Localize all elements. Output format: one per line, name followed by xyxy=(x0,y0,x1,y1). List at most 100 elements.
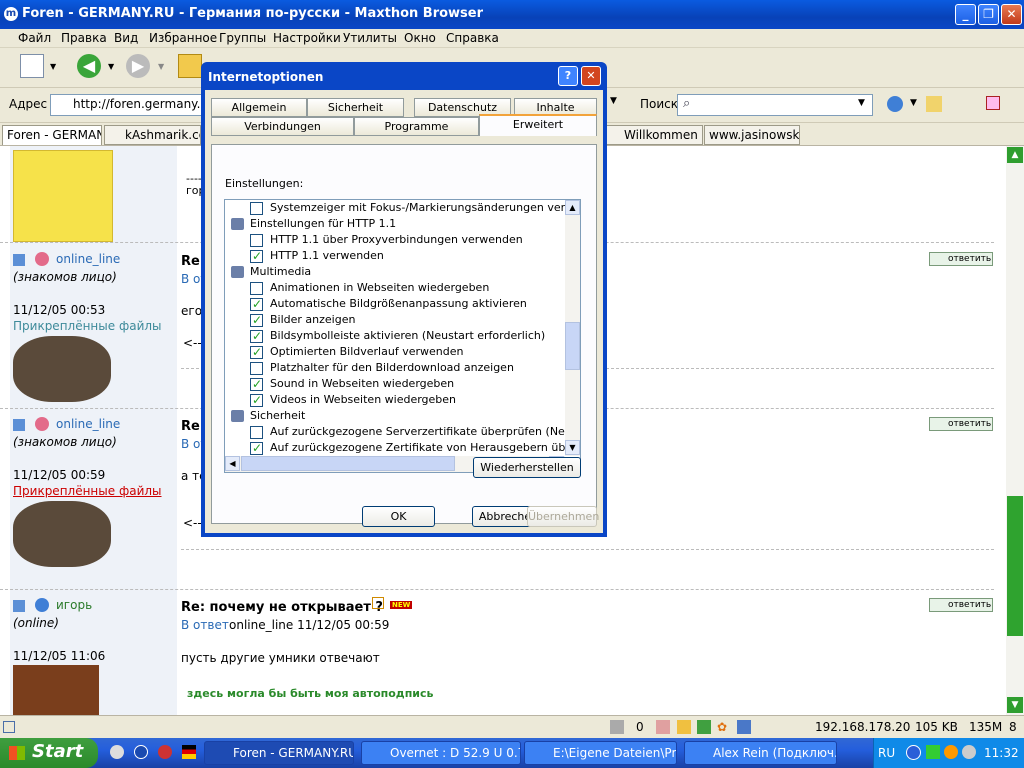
tab-willkommen[interactable]: Willkommen b... xyxy=(605,125,703,145)
reply-button[interactable]: ответить xyxy=(929,417,993,431)
system-tray: RU 11:32 xyxy=(873,738,1024,768)
maxthon-app-icon[interactable]: m xyxy=(4,7,18,21)
reply-to-link[interactable]: В ответ xyxy=(181,618,229,632)
menu-help[interactable]: Справка xyxy=(446,31,499,45)
checkbox[interactable] xyxy=(250,248,263,264)
tray-app-icon[interactable] xyxy=(944,745,958,759)
search-dropdown-icon[interactable]: ▼ xyxy=(858,98,865,108)
trash-icon[interactable] xyxy=(610,720,624,734)
address-dropdown-icon[interactable]: ▼ xyxy=(610,96,617,106)
profile-arrow-icon[interactable] xyxy=(13,419,25,431)
apply-button[interactable]: Übernehmen xyxy=(527,506,599,527)
task-explorer[interactable]: E:\Eigene Dateien\Pri... xyxy=(524,741,677,765)
quicklaunch-browser-icon[interactable] xyxy=(158,745,172,759)
address-input[interactable]: http://foren.germany.ru/c xyxy=(50,94,210,116)
refresh-icon[interactable] xyxy=(697,720,711,734)
task-chat[interactable]: Alex Rein (Подключ... xyxy=(684,741,837,765)
checkbox[interactable] xyxy=(250,202,263,215)
tray-arrow-icon[interactable] xyxy=(906,745,921,760)
quicklaunch-flag-icon[interactable] xyxy=(182,745,196,759)
dialog-close-button[interactable]: ✕ xyxy=(581,66,601,86)
flower-icon[interactable]: ✿ xyxy=(717,720,731,734)
attached-files-link[interactable]: Прикреплённые файлы xyxy=(13,484,162,498)
globe-dropdown-icon[interactable]: ▼ xyxy=(910,98,917,108)
checkbox[interactable] xyxy=(250,234,263,247)
lock-icon[interactable] xyxy=(677,720,691,734)
menu-groups[interactable]: Группы xyxy=(219,31,266,45)
tab-sicherheit[interactable]: Sicherheit xyxy=(307,98,404,117)
settings-item-label: Auf zurückgezogene Zertifikate von Herau… xyxy=(270,441,581,454)
post-author[interactable]: online_line xyxy=(56,252,120,266)
restore-button[interactable]: ❐ xyxy=(978,4,999,25)
scroll-down-icon[interactable]: ▼ xyxy=(1007,697,1023,713)
checkbox[interactable] xyxy=(250,440,263,456)
tab-kashmarik[interactable]: kAshmarik.co... xyxy=(104,125,201,145)
language-indicator[interactable]: RU xyxy=(878,746,895,760)
list-scroll-thumb[interactable] xyxy=(565,322,580,370)
tab-verbindungen[interactable]: Verbindungen xyxy=(211,117,354,136)
quicklaunch-maxthon-icon[interactable] xyxy=(134,745,148,759)
checkbox[interactable] xyxy=(250,312,263,328)
forward-dropdown-icon[interactable]: ▼ xyxy=(158,62,164,71)
tab-programme[interactable]: Programme xyxy=(354,117,479,136)
tray-volume-icon[interactable] xyxy=(962,745,976,759)
profile-arrow-icon[interactable] xyxy=(13,254,25,266)
tab-foren[interactable]: Foren - GERMAN... xyxy=(2,125,102,145)
help-button[interactable]: ? xyxy=(558,66,578,86)
highlighter-icon[interactable] xyxy=(926,96,942,112)
reply-button[interactable]: ответить xyxy=(929,598,993,612)
checkbox[interactable] xyxy=(250,282,263,295)
post-author[interactable]: игорь xyxy=(56,598,92,612)
post-date: 11/12/05 00:59 xyxy=(13,468,106,482)
post-author[interactable]: online_line xyxy=(56,417,120,431)
menu-settings[interactable]: Настройки xyxy=(273,31,341,45)
scroll-thumb[interactable] xyxy=(1007,496,1023,636)
new-page-icon[interactable] xyxy=(20,54,44,78)
folder-up-icon[interactable] xyxy=(178,54,202,78)
checkbox[interactable] xyxy=(250,296,263,312)
menu-tools[interactable]: Утилиты xyxy=(343,31,397,45)
list-hscroll-thumb[interactable] xyxy=(241,456,455,471)
settings-vscrollbar[interactable]: ▲ ▼ xyxy=(565,200,580,456)
screenshot-icon[interactable] xyxy=(737,720,751,734)
forward-icon[interactable]: ▶ xyxy=(126,54,150,78)
menu-view[interactable]: Вид xyxy=(114,31,138,45)
checkbox[interactable] xyxy=(250,328,263,344)
profile-arrow-icon[interactable] xyxy=(13,600,25,612)
list-scroll-left-icon[interactable]: ◀ xyxy=(225,456,240,471)
checkbox[interactable] xyxy=(250,362,263,375)
checkbox[interactable] xyxy=(250,376,263,392)
restore-defaults-button[interactable]: Wiederherstellen xyxy=(473,457,581,478)
page-scrollbar[interactable]: ▲ ▼ xyxy=(1006,146,1024,715)
menu-file[interactable]: Файл xyxy=(18,31,51,45)
task-foren[interactable]: Foren - GERMANY.RU... xyxy=(204,741,354,765)
tray-network-icon[interactable] xyxy=(926,745,940,759)
tab-erweitert[interactable]: Erweitert xyxy=(479,114,597,136)
task-overnet[interactable]: Overnet : D 52.9 U 0.7 xyxy=(361,741,521,765)
back-icon[interactable]: ◀ xyxy=(77,54,101,78)
checkbox[interactable] xyxy=(250,344,263,360)
back-dropdown-icon[interactable]: ▼ xyxy=(108,62,114,71)
tab-allgemein[interactable]: Allgemein xyxy=(211,98,307,117)
list-scroll-down-icon[interactable]: ▼ xyxy=(565,440,580,455)
tab-jasinowski[interactable]: www.jasinowski.de xyxy=(704,125,800,145)
globe-icon[interactable] xyxy=(887,96,903,112)
scroll-up-icon[interactable]: ▲ xyxy=(1007,147,1023,163)
dropdown-arrow-icon[interactable]: ▼ xyxy=(50,62,56,71)
list-scroll-up-icon[interactable]: ▲ xyxy=(565,200,580,215)
popup-blocker-icon[interactable] xyxy=(656,720,670,734)
attached-files-link[interactable]: Прикреплённые файлы xyxy=(13,319,162,333)
menu-favorites[interactable]: Избранное xyxy=(149,31,217,45)
close-button[interactable]: ✕ xyxy=(1001,4,1022,25)
menu-window[interactable]: Окно xyxy=(404,31,436,45)
clock[interactable]: 11:32 xyxy=(984,746,1019,760)
minimize-button[interactable]: _ xyxy=(955,4,976,25)
menu-edit[interactable]: Правка xyxy=(61,31,107,45)
search-input[interactable] xyxy=(677,94,873,116)
checkbox[interactable] xyxy=(250,426,263,439)
reply-button[interactable]: ответить xyxy=(929,252,993,266)
checkbox[interactable] xyxy=(250,392,263,408)
ok-button[interactable]: OK xyxy=(362,506,435,527)
quicklaunch-desktop-icon[interactable] xyxy=(110,745,124,759)
panel-icon[interactable] xyxy=(986,96,1000,110)
